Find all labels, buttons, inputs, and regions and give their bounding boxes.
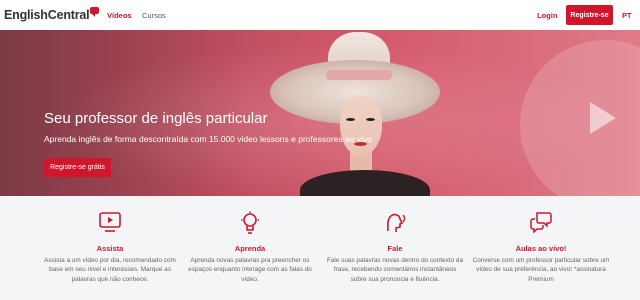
hero-title: Seu professor de inglês particular	[44, 110, 268, 127]
brand-logo[interactable]: EnglishCentral	[4, 7, 100, 22]
feature-aprenda: Aprenda Aprenda novas palavras pra preen…	[175, 196, 325, 300]
feature-assista: Assista Assista a um vídeo por dia, reco…	[35, 196, 185, 300]
register-free-button[interactable]: Registre-se grátis	[44, 158, 111, 177]
logo-speech-bubble-icon	[90, 7, 100, 17]
feature-title: Fale	[387, 244, 403, 253]
feature-title: Assista	[96, 244, 124, 253]
feature-description: Fale suas palavras novas dentro do conte…	[326, 257, 464, 283]
login-link[interactable]: Login	[537, 11, 557, 20]
feature-aulas-ao-vivo: Aulas ao vivo! Converse com um professor…	[466, 196, 616, 300]
nav-link-cursos[interactable]: Cursos	[142, 11, 166, 20]
feature-description: Aprenda novas palavras pra preencher os …	[188, 257, 312, 283]
features-section: Assista Assista a um vídeo por dia, reco…	[0, 196, 640, 300]
play-icon[interactable]	[590, 102, 616, 134]
lightbulb-icon	[175, 211, 325, 235]
chat-bubbles-icon	[466, 211, 616, 235]
hero-banner: Seu professor de inglês particular Apren…	[0, 30, 640, 196]
feature-fale: Fale Fale suas palavras novas dentro do …	[320, 196, 470, 300]
register-button[interactable]: Registre-se	[566, 5, 613, 25]
nav-link-videos[interactable]: Vídeos	[107, 11, 132, 20]
feature-description: Converse com um professor particular sob…	[472, 257, 610, 283]
brand-logo-text: EnglishCentral	[4, 8, 90, 22]
feature-description: Assista a um vídeo por dia, recomendado …	[44, 257, 176, 283]
hero-subtitle: Aprenda inglês de forma descontraída com…	[44, 134, 372, 144]
top-navigation-bar: EnglishCentral Vídeos Cursos Login Regis…	[0, 0, 640, 30]
language-selector[interactable]: PT	[622, 11, 632, 20]
speaking-icon	[320, 211, 470, 235]
hero-photo-woman-in-hat	[270, 30, 470, 196]
feature-title: Aulas ao vivo!	[515, 244, 567, 253]
video-play-icon	[35, 211, 185, 235]
feature-title: Aprenda	[234, 244, 266, 253]
